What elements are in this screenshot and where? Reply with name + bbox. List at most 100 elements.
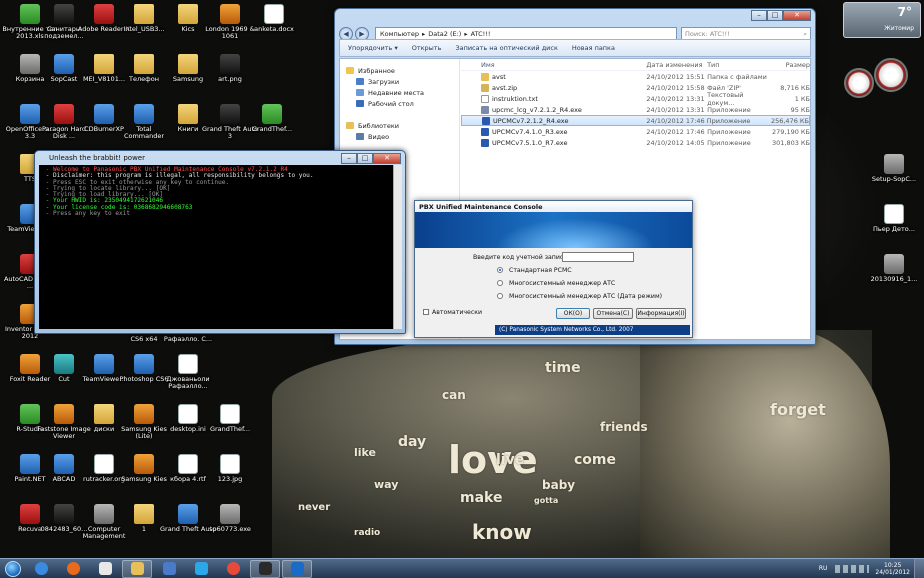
file-row[interactable]: upcmc_lcg_v7.2.1.2_R4.exe 24/10/2012 13:3…	[461, 104, 810, 115]
desktop-icon[interactable]: Пьер Дето...	[866, 204, 922, 233]
minimize-button[interactable]: –	[751, 10, 767, 21]
console-close-button[interactable]: ✕	[373, 153, 401, 164]
mode-option[interactable]: Стандартная PCMC	[497, 267, 572, 274]
image-icon	[220, 54, 240, 74]
download-icon	[262, 104, 282, 124]
console-minimize-button[interactable]: –	[341, 153, 357, 164]
file-row[interactable]: instruktion.txt 24/10/2012 13:31 Текстовый…	[461, 91, 810, 107]
file-type: Приложение	[707, 105, 751, 114]
wallpaper-neck	[640, 330, 890, 558]
show-desktop-button[interactable]	[914, 558, 924, 578]
weather-temperature: 7°	[897, 5, 912, 19]
taskbar-button[interactable]	[250, 559, 280, 578]
kies-icon	[134, 454, 154, 474]
toolbar-button[interactable]: Новая папка	[572, 44, 615, 52]
file-date: 24/10/2012 13:31	[646, 105, 705, 114]
nav-item-label: Избранное	[358, 66, 395, 75]
desktop-icon[interactable]: Джованьоли Рафаэлло...	[160, 354, 216, 390]
console-maximize-button[interactable]: □	[357, 153, 373, 164]
console-scrollbar[interactable]	[393, 165, 402, 329]
mode-option-label: Стандартная PCMC	[509, 267, 572, 274]
file-name-cell: avst	[461, 72, 646, 81]
console-window[interactable]: Unleash the brabbit! power – □ ✕ - Welco…	[34, 150, 406, 334]
wallpaper-word: live	[496, 452, 525, 468]
desktop-icon[interactable]: 123.jpg	[202, 454, 258, 483]
mode-option[interactable]: Многосистемный менеджер АТС (Дата режим)	[497, 293, 662, 300]
column-header[interactable]: Размер	[771, 61, 810, 69]
taskbar-apps	[26, 559, 314, 578]
account-code-input[interactable]	[562, 252, 634, 262]
tray-icons[interactable]	[835, 564, 870, 573]
info-button[interactable]: Информация(I)	[636, 308, 686, 319]
close-button[interactable]: ✕	[783, 10, 811, 21]
system-tray: RU 10:25 24/01/2012	[819, 558, 924, 578]
taskbar-button[interactable]	[282, 559, 312, 578]
toolbar-button[interactable]: Записать на оптический диск	[455, 44, 557, 52]
nav-item[interactable]: Недавние места	[340, 87, 459, 98]
folder-icon	[134, 4, 154, 24]
nav-item[interactable]: Рабочий стол	[340, 98, 459, 109]
teamviewer-icon	[94, 354, 114, 374]
nav-item[interactable]: Видео	[340, 131, 459, 142]
desktop-icon-label: 123.jpg	[217, 475, 243, 483]
search-icon: ⌕	[803, 29, 807, 38]
desktop-icon[interactable]: 20130916_1...	[866, 254, 922, 283]
column-header[interactable]: Тип	[707, 61, 771, 69]
cancel-button[interactable]: Отмена(C)	[593, 308, 633, 319]
console-output[interactable]: - Welcome to Panasonic PBX Unified Maint…	[39, 165, 393, 329]
auto-checkbox-label: Автоматически	[432, 309, 482, 316]
pbx-login-dialog[interactable]: PBX Unified Maintenance Console Введите …	[414, 200, 693, 338]
language-indicator[interactable]: RU	[819, 565, 828, 572]
nav-item[interactable]	[340, 109, 459, 120]
wallpaper-word: friends	[600, 420, 648, 434]
desktop-icon-label: anketa.docx	[254, 25, 294, 33]
nav-item[interactable]: Избранное	[340, 65, 459, 76]
toolbar-button[interactable]: Упорядочить ▾	[348, 44, 398, 52]
file-row[interactable]: UPCMCv7.2.1.2_R4.exe 24/10/2012 17:46 Прил…	[461, 115, 810, 126]
desktop-icon[interactable]: GrandThef...	[202, 404, 258, 433]
breadcrumb-item[interactable]: Компьютер	[380, 30, 419, 38]
desktop-icon[interactable]: anketa.docx	[246, 4, 302, 33]
maximize-button[interactable]: □	[767, 10, 783, 21]
explorer-toolbar: Упорядочить ▾ Открыть Записать на оптическ…	[339, 39, 811, 57]
taskbar-button[interactable]	[90, 560, 120, 578]
file-row[interactable]: UPCMCv7.5.1.0_R7.exe 24/10/2012 14:05 Прил…	[461, 137, 810, 148]
start-button[interactable]	[0, 559, 26, 578]
taskbar-button[interactable]	[122, 559, 152, 578]
taskbar-button[interactable]	[26, 560, 56, 578]
taskbar-button[interactable]	[154, 560, 184, 578]
cpu-meter-gadget[interactable]	[842, 58, 912, 108]
desktop-icon-label: sp60773.exe	[209, 525, 251, 533]
weather-gadget[interactable]: 7° Житомир	[843, 2, 921, 38]
nav-item-label: Рабочий стол	[368, 99, 414, 108]
nav-item[interactable]: Библиотеки	[340, 120, 459, 131]
mode-option[interactable]: Многосистемный менеджер АТС	[497, 280, 615, 287]
desktop-icon-label[interactable]: Рафаэлло. С...	[160, 336, 216, 343]
desktop-icon[interactable]: Setup-SopC...	[866, 154, 922, 183]
toolbar-button[interactable]: Открыть	[412, 44, 442, 52]
column-header[interactable]: Дата изменения	[646, 61, 707, 69]
file-name: instruktion.txt	[492, 94, 538, 103]
breadcrumb-item[interactable]: ATC!!!	[471, 30, 491, 38]
wallpaper-word: baby	[542, 478, 576, 492]
taskbar-button[interactable]	[218, 560, 248, 578]
folder-icon	[356, 100, 364, 107]
file-date: 24/10/2012 17:46	[646, 127, 705, 136]
breadcrumb-item[interactable]: Data2 (E:)	[428, 30, 461, 38]
folder-icon	[94, 54, 114, 74]
file-row[interactable]: UPCMCv7.4.1.0_R3.exe 24/10/2012 17:46 Прил…	[461, 126, 810, 137]
game-icon	[54, 4, 74, 24]
nav-item[interactable]: Загрузки	[340, 76, 459, 87]
taskbar-button[interactable]	[58, 560, 88, 578]
auto-checkbox[interactable]: Автоматически	[423, 309, 482, 316]
taskbar-button[interactable]	[186, 560, 216, 578]
column-header[interactable]: Имя	[461, 61, 646, 69]
ok-button[interactable]: ОК(O)	[556, 308, 590, 319]
desktop-icon[interactable]: GrandThef...	[244, 104, 300, 133]
clock[interactable]: 10:25 24/01/2012	[875, 562, 910, 576]
file-row[interactable]: avst 24/10/2012 15:51 Папка с файлами	[461, 71, 810, 82]
pbx-icon	[290, 562, 304, 575]
desktop-icon[interactable]: art.png	[202, 54, 258, 83]
text-icon	[178, 354, 198, 374]
desktop-icon[interactable]: sp60773.exe	[202, 504, 258, 533]
